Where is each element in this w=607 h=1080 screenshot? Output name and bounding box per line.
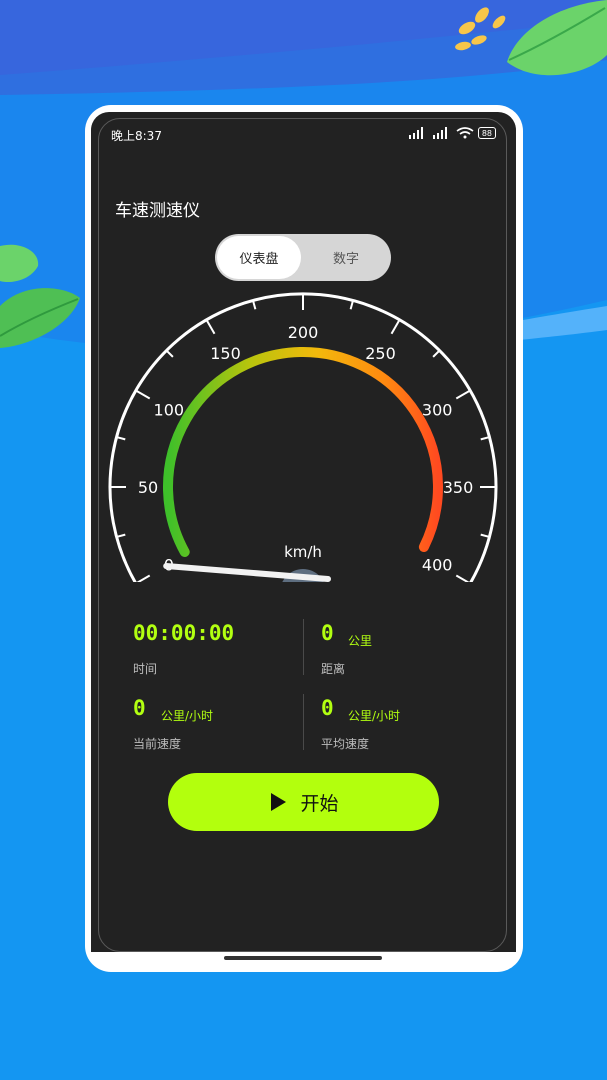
play-icon — [271, 793, 287, 811]
elapsed-time-label: 时间 — [133, 662, 158, 676]
major-tick — [205, 319, 216, 335]
tick-label: 200 — [288, 323, 319, 342]
tick-label: 100 — [154, 401, 185, 420]
minor-tick — [349, 300, 354, 310]
minor-tick — [432, 349, 441, 358]
stats-divider — [303, 694, 304, 750]
avg-speed-unit: 公里/小时 — [348, 709, 401, 723]
page-title: 车速测速仪 — [115, 201, 200, 221]
tick-label: 300 — [422, 401, 453, 420]
elapsed-time-value: 00:00:00 — [133, 621, 235, 645]
gauge-tick-labels: 050100150200250300350400 — [138, 323, 473, 575]
speedometer-gauge: 050100150200250300350400 km/h 88 0 — [108, 292, 498, 582]
minor-tick — [252, 300, 257, 310]
major-tick — [455, 574, 470, 582]
tick-label: 350 — [443, 478, 474, 497]
tab-dashboard[interactable]: 仪表盘 — [217, 236, 301, 279]
distance-label: 距离 — [321, 662, 346, 676]
app-screen: 晚上8:37 88 车速测速仪 仪表盘 数字 50 100 150 200 25… — [91, 112, 516, 952]
minor-tick — [116, 533, 126, 538]
minor-tick — [480, 533, 490, 538]
current-speed-label: 当前速度 — [133, 737, 182, 751]
major-tick — [135, 389, 151, 400]
battery-icon: 88 — [477, 127, 496, 139]
distance-value: 0 — [321, 621, 334, 645]
major-tick — [455, 389, 471, 400]
current-speed-unit: 公里/小时 — [161, 709, 214, 723]
major-tick — [136, 574, 151, 582]
signal-icon — [432, 127, 447, 139]
tick-label: 50 — [138, 478, 158, 497]
minor-tick — [116, 436, 126, 441]
start-button-label: 开始 — [300, 792, 339, 815]
status-time: 晚上8:37 — [111, 129, 162, 143]
tick-label: 400 — [422, 556, 453, 575]
status-icons: 88 — [408, 127, 496, 139]
tab-digital[interactable]: 数字 — [303, 236, 389, 279]
home-indicator[interactable] — [224, 956, 382, 960]
battery-level: 88 — [481, 128, 492, 138]
avg-speed-value: 0 — [321, 696, 334, 720]
distance-unit: 公里 — [348, 634, 373, 648]
minor-tick — [165, 349, 174, 358]
signal-icon — [408, 127, 423, 139]
avg-speed-label: 平均速度 — [321, 737, 370, 751]
trip-stats: 00:00:00 时间 0 公里 距离 0 公里/小时 当前速度 0 公里/小时… — [91, 617, 516, 757]
gauge-color-arc — [162, 346, 443, 557]
gauge-unit: km/h — [284, 543, 322, 561]
tick-label: 150 — [210, 344, 241, 363]
start-button[interactable]: 开始 — [168, 773, 439, 831]
view-mode-toggle: 仪表盘 数字 — [215, 234, 391, 281]
major-tick — [390, 319, 401, 335]
status-bar: 晚上8:37 88 — [111, 127, 496, 143]
wifi-icon — [456, 127, 474, 139]
current-speed-value: 0 — [133, 696, 146, 720]
minor-tick — [480, 436, 490, 441]
stats-divider — [303, 619, 304, 675]
tick-label: 250 — [365, 344, 396, 363]
leaf-decoration-top-right — [455, 0, 607, 76]
leaf-decoration-left — [0, 244, 80, 348]
